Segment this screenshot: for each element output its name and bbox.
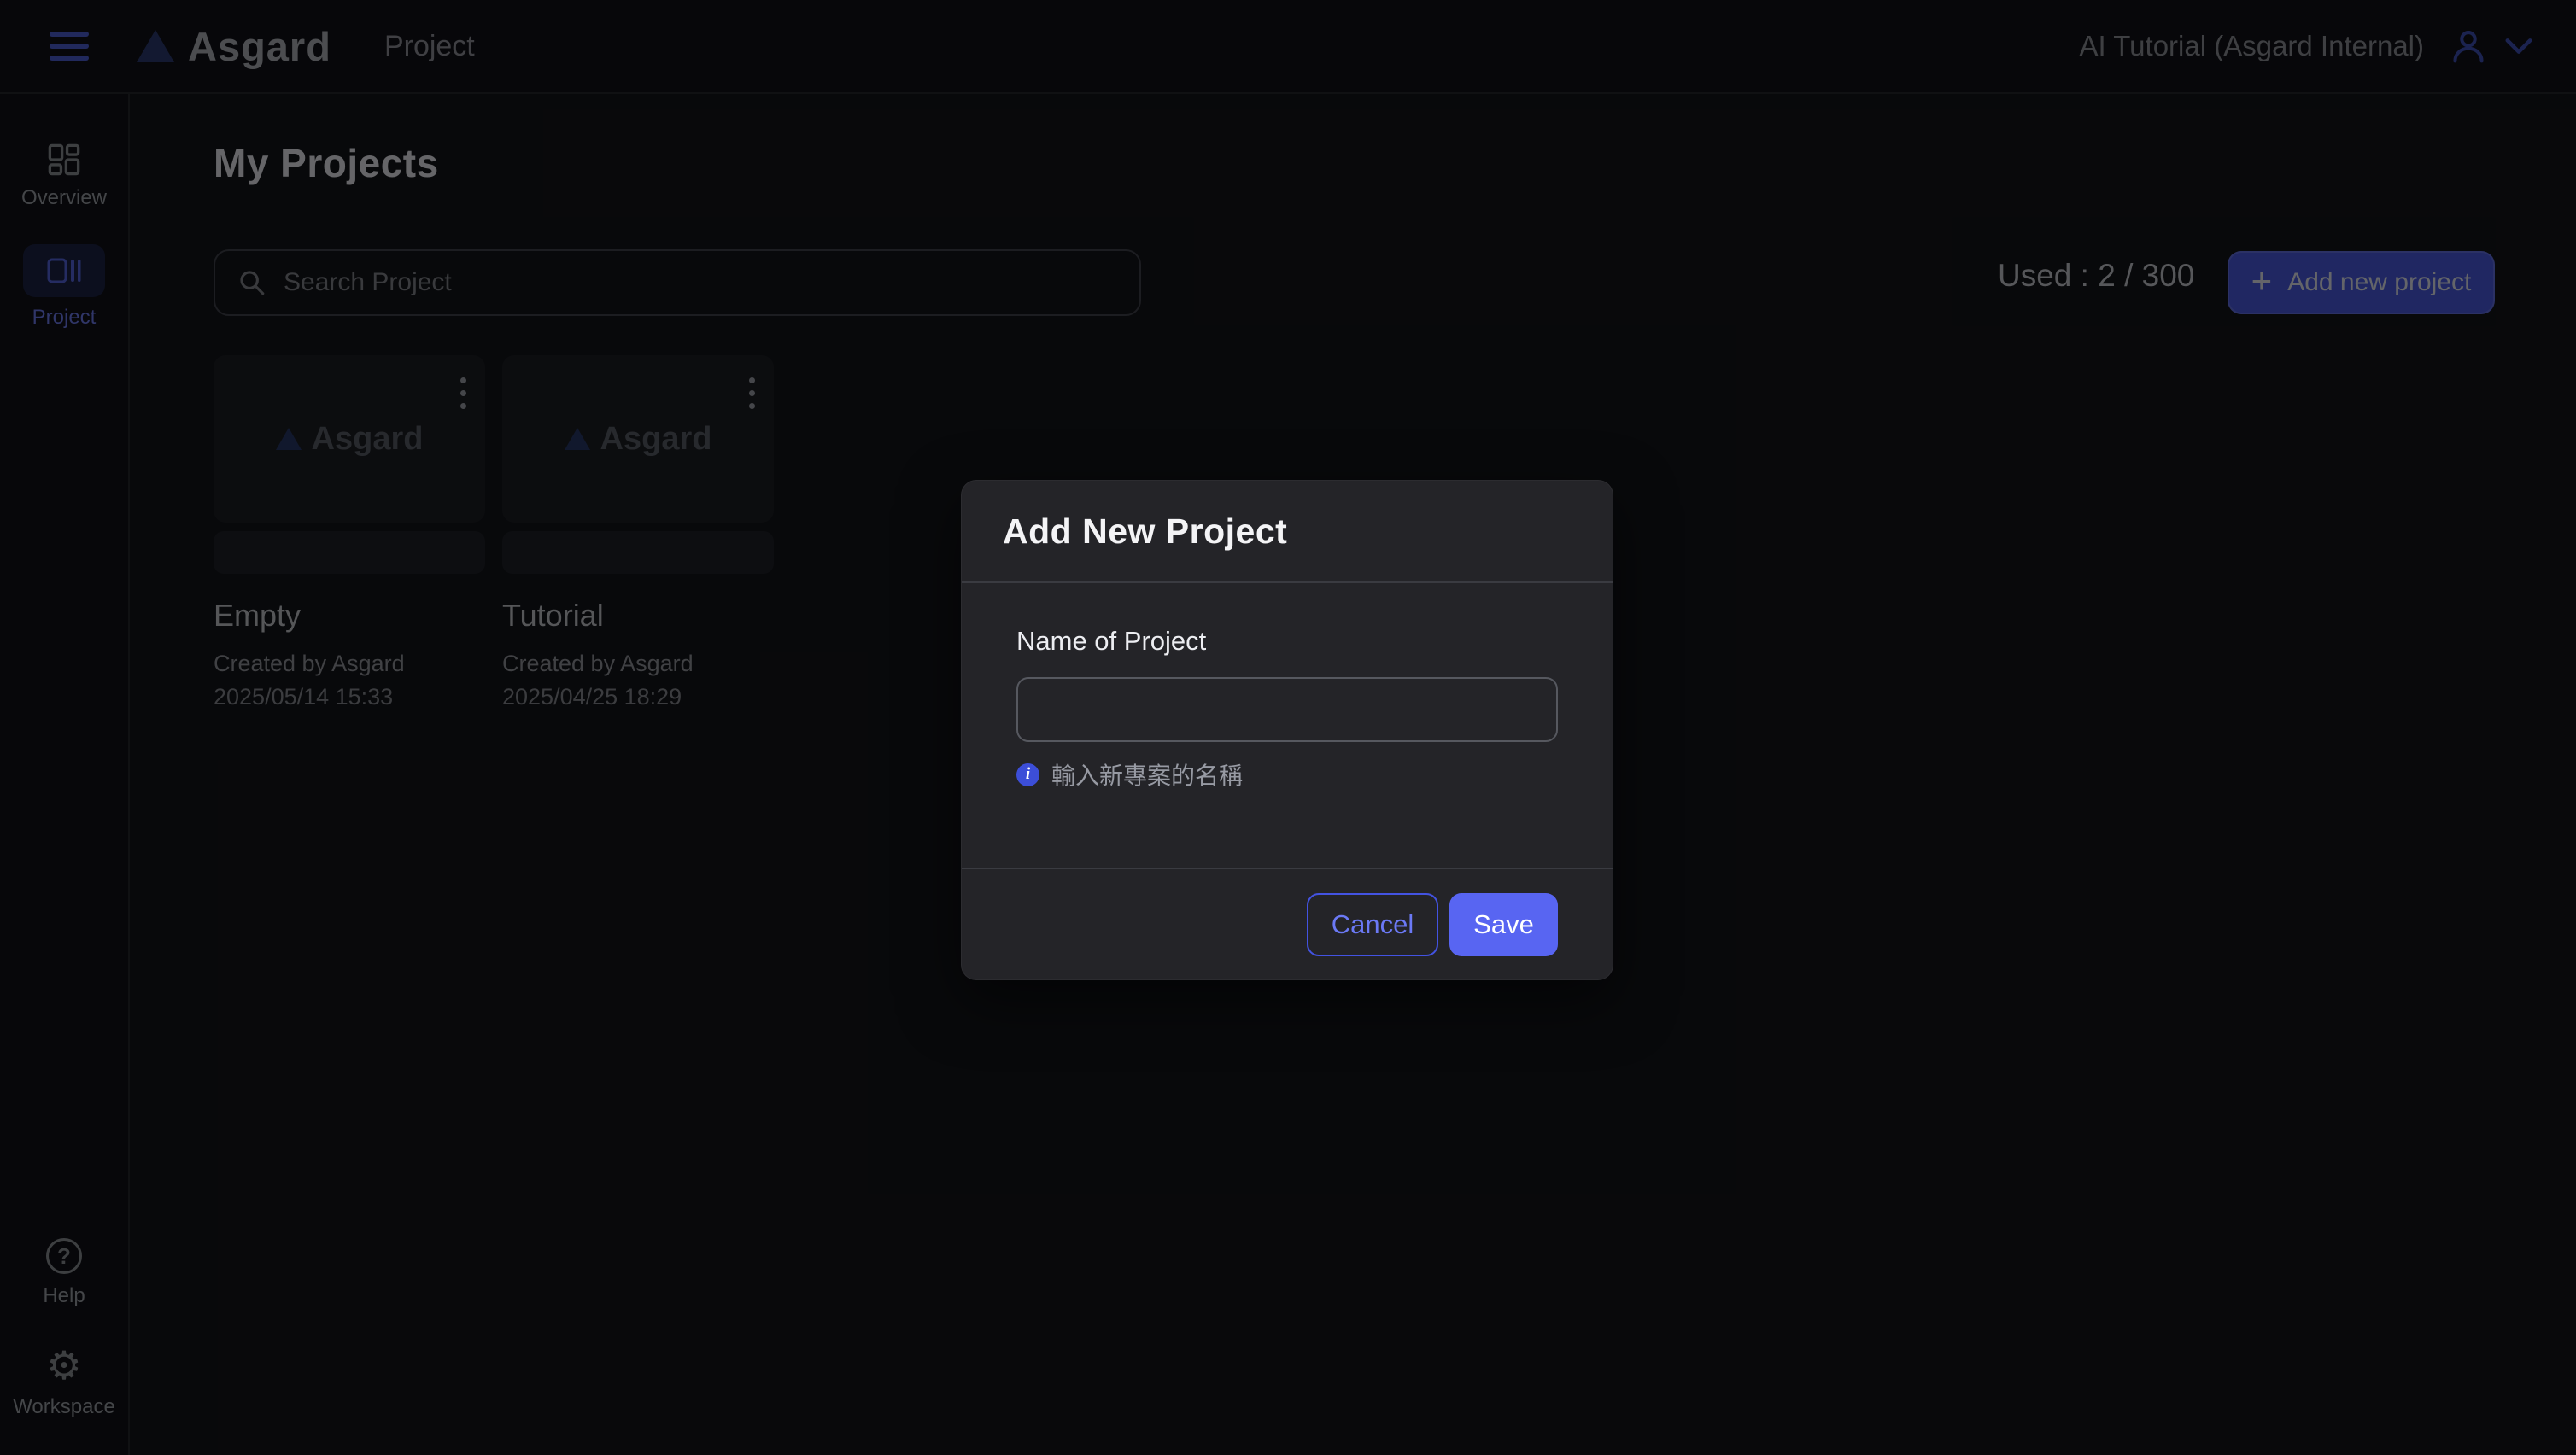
modal-footer: Cancel Save <box>962 868 1613 979</box>
modal-body: Name of Project i 輸入新專案的名稱 <box>962 583 1613 868</box>
project-name-label: Name of Project <box>1016 626 1558 657</box>
save-button[interactable]: Save <box>1449 893 1558 956</box>
project-name-input[interactable] <box>1016 677 1558 742</box>
app-root: Asgard Project AI Tutorial (Asgard Inter… <box>0 0 2576 1455</box>
add-new-project-modal: Add New Project Name of Project i 輸入新專案的… <box>961 480 1613 980</box>
modal-title: Add New Project <box>1003 511 1287 552</box>
modal-header: Add New Project <box>962 481 1613 583</box>
cancel-button[interactable]: Cancel <box>1307 893 1438 956</box>
hint-text: 輸入新專案的名稱 <box>1051 757 1243 792</box>
hint-row: i 輸入新專案的名稱 <box>1016 757 1558 792</box>
info-icon: i <box>1016 763 1039 786</box>
